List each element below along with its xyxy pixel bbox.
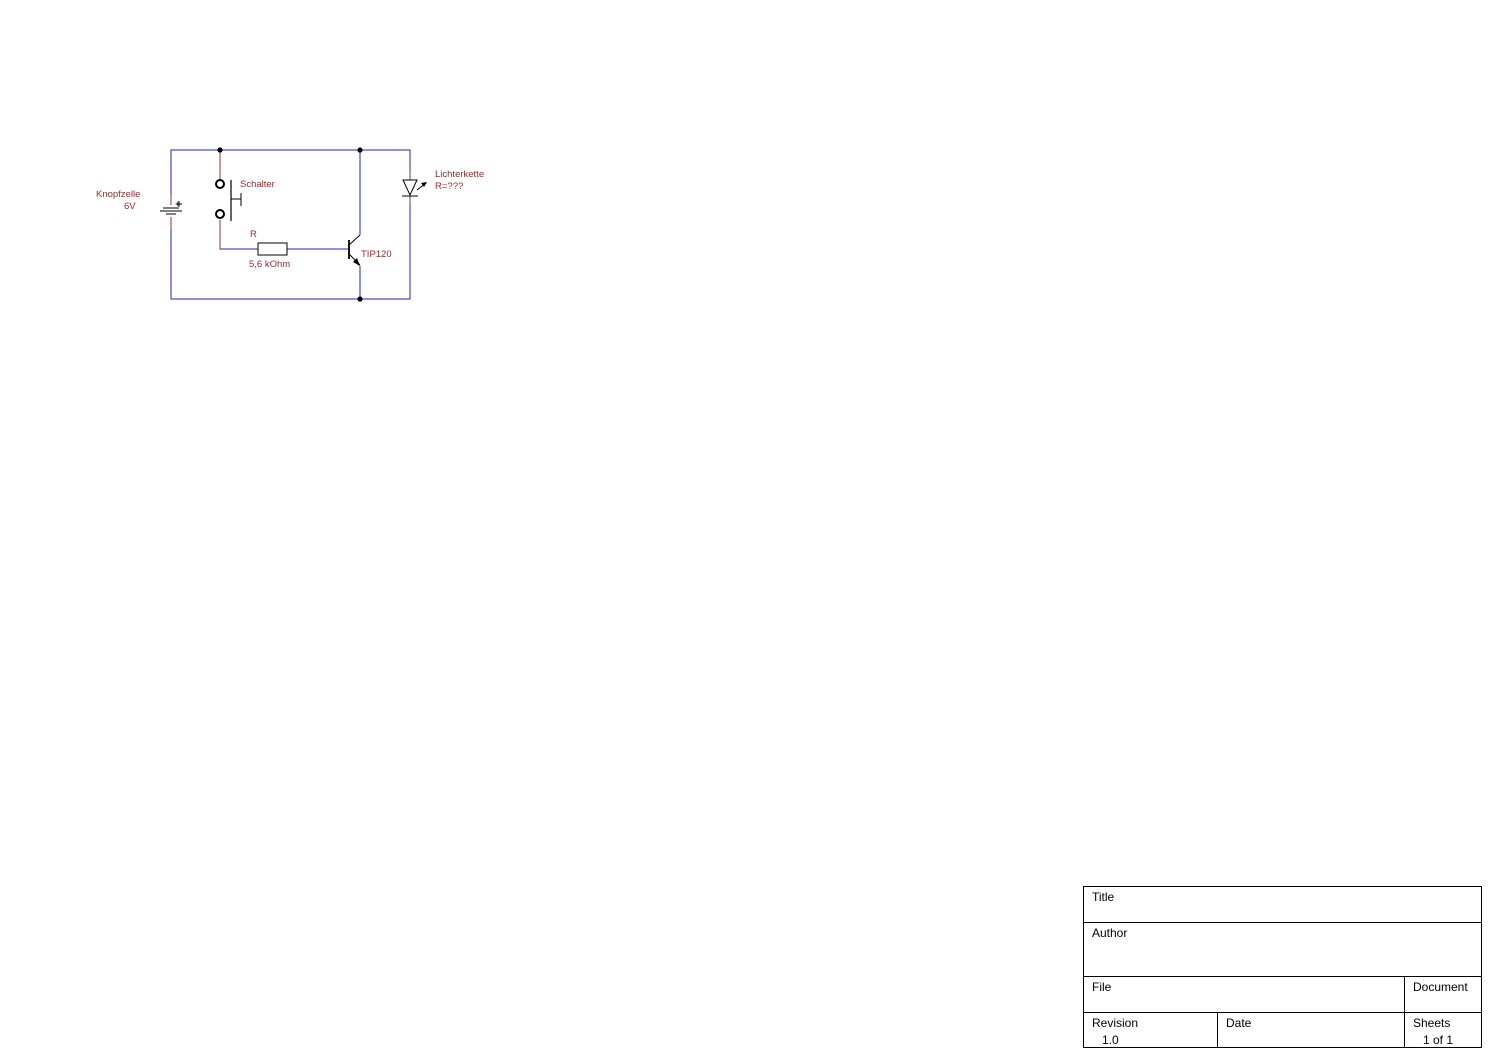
author-row: Author — [1084, 923, 1481, 977]
file-label: File — [1092, 980, 1112, 994]
junction-dot — [217, 147, 223, 153]
file-cell: File — [1084, 977, 1405, 1012]
led-symbol — [402, 179, 427, 197]
wire-bottom — [170, 196, 411, 300]
date-label: Date — [1226, 1016, 1252, 1030]
document-cell: Document — [1405, 977, 1481, 1012]
revision-row: Revision 1.0 Date Sheets 1 of 1 — [1084, 1013, 1481, 1047]
battery-value-label: 6V — [124, 201, 136, 212]
sheets-cell: Sheets 1 of 1 — [1405, 1013, 1481, 1047]
battery-plus-sign: + — [175, 199, 181, 210]
document-label: Document — [1413, 980, 1468, 994]
revision-cell: Revision 1.0 — [1084, 1013, 1218, 1047]
date-cell: Date — [1218, 1013, 1405, 1047]
title-label: Title — [1092, 890, 1115, 904]
resistor-name-label: R — [250, 229, 257, 240]
resistor-value-label: 5,6 kOhm — [249, 259, 290, 270]
author-label: Author — [1092, 926, 1128, 940]
junction-dot — [357, 147, 363, 153]
sheets-value: 1 of 1 — [1423, 1033, 1454, 1047]
title-block: Title Author File Document Revision 1.0 … — [1083, 886, 1482, 1048]
revision-value: 1.0 — [1102, 1033, 1119, 1047]
led-value-label: R=??? — [435, 181, 463, 192]
resistor-symbol — [257, 242, 288, 256]
sheets-label: Sheets — [1413, 1016, 1451, 1030]
switch-label: Schalter — [240, 179, 275, 190]
wires — [170, 149, 411, 300]
led-name-label: Lichterkette — [435, 169, 484, 180]
battery-name-label: Knopfzelle — [96, 189, 140, 200]
revision-label: Revision — [1092, 1016, 1139, 1030]
switch-symbol — [215, 179, 242, 221]
file-row: File Document — [1084, 977, 1481, 1013]
pin-stubs — [170, 150, 411, 249]
transistor-label: TIP120 — [361, 249, 392, 260]
junctions — [217, 147, 363, 302]
wire-top — [170, 149, 411, 199]
junction-dot — [357, 296, 363, 302]
title-row: Title — [1084, 887, 1481, 923]
